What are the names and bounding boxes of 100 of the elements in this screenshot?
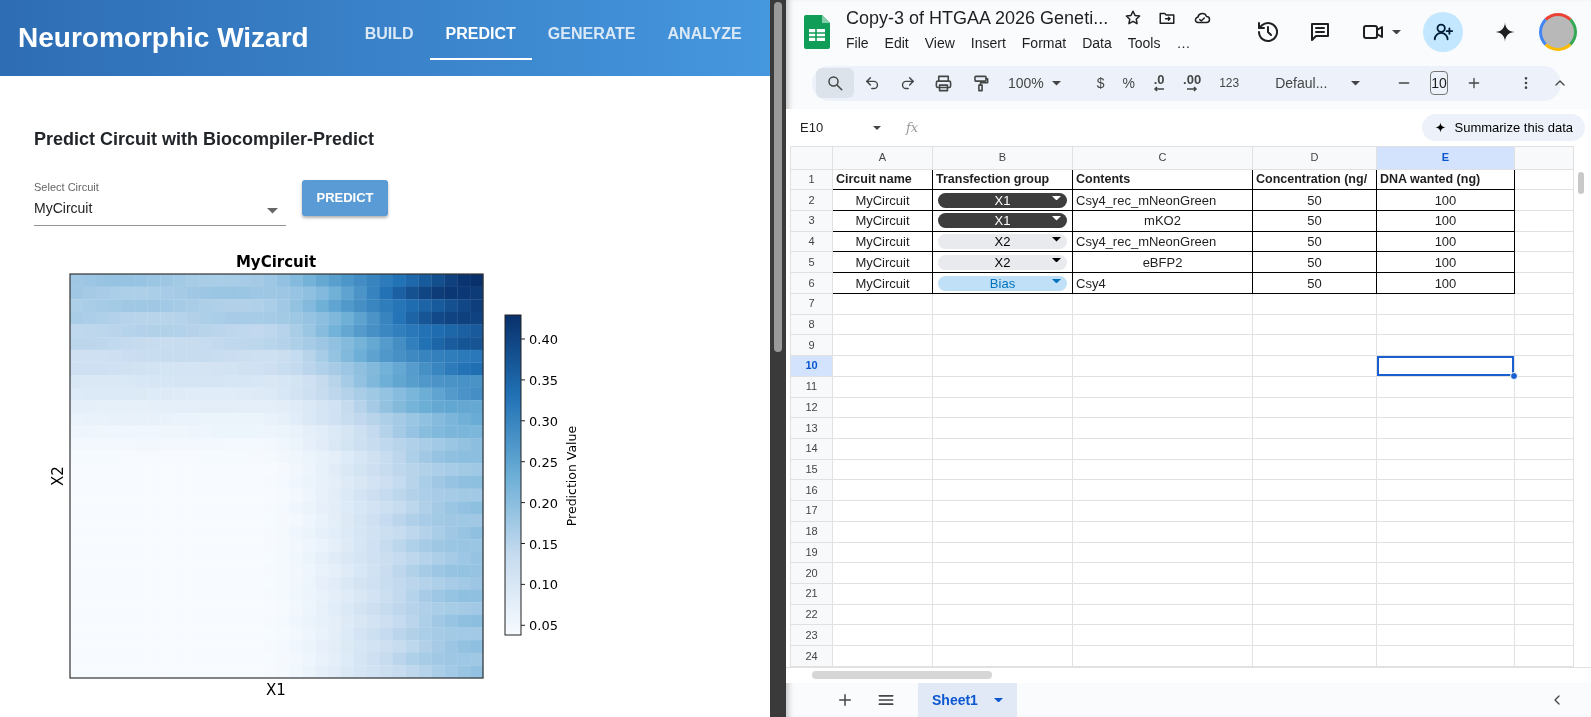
app-title: Neuromorphic Wizard (18, 21, 309, 55)
share-button[interactable] (1423, 11, 1463, 52)
row-header[interactable]: 15 (790, 459, 833, 480)
caret-icon[interactable] (1052, 237, 1061, 242)
nav-tab[interactable]: PREDICT (429, 0, 532, 60)
menu-item[interactable]: Edit (884, 33, 909, 55)
row-header[interactable]: 18 (790, 521, 833, 543)
row-header[interactable]: 9 (790, 334, 833, 356)
scrollbar-thumb[interactable] (774, 2, 782, 352)
table-cell: Contents (1072, 169, 1253, 190)
table-cell: 100 (1376, 210, 1515, 232)
row-header[interactable]: 23 (790, 624, 833, 646)
row-header[interactable]: 13 (790, 417, 833, 439)
decrease-decimal-button[interactable]: .0 (1153, 74, 1166, 93)
arrow-right-icon[interactable] (1186, 86, 1199, 93)
row-header[interactable]: 24 (790, 645, 833, 667)
increase-decimal-button[interactable]: .00 (1183, 74, 1202, 93)
caret-icon[interactable] (1052, 257, 1061, 263)
plus-icon[interactable] (836, 691, 854, 709)
scrollbar-thumb[interactable] (812, 671, 992, 680)
undo-icon[interactable] (864, 74, 881, 92)
row-header[interactable]: 6 (790, 272, 833, 294)
menu-item[interactable]: Format (1021, 33, 1067, 55)
font-select[interactable]: Defaul... (1275, 72, 1361, 94)
selected-cell[interactable] (1376, 355, 1515, 377)
menu-item[interactable]: … (1176, 33, 1191, 55)
chart-title: MyCircuit (235, 253, 317, 271)
spreadsheet-logo[interactable] (804, 14, 830, 49)
row-header[interactable]: 22 (790, 604, 833, 625)
caret-icon[interactable] (1351, 81, 1361, 86)
table-cell: 50 (1252, 252, 1377, 273)
arrow-left-icon[interactable] (1153, 86, 1166, 93)
sheet-tab[interactable]: Sheet1 (918, 683, 1017, 717)
row-header[interactable]: 4 (790, 231, 833, 252)
menu-item[interactable]: Tools (1127, 33, 1161, 55)
tick-label: 0.20 (529, 495, 558, 511)
dropdown-chip[interactable]: Bias (938, 275, 1067, 291)
dropdown-chip[interactable]: X2 (938, 254, 1067, 270)
row-header[interactable]: 19 (790, 542, 833, 563)
caret-icon[interactable] (1052, 195, 1061, 201)
table-cell: 50 (1252, 272, 1377, 294)
dropdown-chip[interactable]: X1 (938, 192, 1067, 208)
row-header[interactable]: 7 (790, 293, 833, 315)
avatar[interactable] (1539, 12, 1577, 51)
column-header[interactable]: D (1252, 146, 1377, 170)
font-size-field[interactable]: 10 (1430, 71, 1448, 96)
row-header[interactable]: 10 (790, 355, 833, 377)
fill-handle[interactable] (1510, 371, 1518, 380)
name-box[interactable]: E10 (800, 117, 892, 138)
menu-item[interactable]: View (924, 33, 955, 55)
scrollbar-thumb[interactable] (1578, 172, 1584, 195)
table-cell: Csy4 (1072, 272, 1253, 294)
caret-icon[interactable] (873, 125, 882, 130)
menu-item[interactable]: Data (1082, 33, 1112, 55)
column-header[interactable]: A (832, 146, 933, 170)
table-cell: MyCircuit (832, 272, 933, 294)
dropdown-chip[interactable]: X1 (938, 213, 1067, 229)
menu-item[interactable]: File (846, 33, 869, 55)
colorbar-label: Prediction Value (564, 425, 579, 527)
currency-format-button[interactable]: $ (1096, 72, 1105, 94)
redo-icon[interactable] (899, 74, 916, 92)
column-header[interactable]: B (932, 146, 1073, 170)
document-title[interactable]: Copy-3 of HTGAA 2026 Geneti... (846, 7, 1109, 30)
dropdown-chip[interactable]: X2 (938, 234, 1067, 250)
summarize-button[interactable]: Summarize this data (1421, 113, 1585, 142)
row-header[interactable]: 21 (790, 583, 833, 605)
caret-icon[interactable] (1392, 29, 1401, 35)
row-header[interactable]: 3 (790, 210, 833, 232)
sparkle-icon[interactable] (1433, 121, 1447, 135)
table-cell: 100 (1376, 231, 1515, 252)
axis-label: X1 (266, 681, 286, 699)
circuit-select[interactable]: Select Circuit MyCircuit (34, 180, 286, 226)
row-header[interactable]: 12 (790, 397, 833, 418)
row-header[interactable]: 2 (790, 189, 833, 211)
row-header[interactable]: 17 (790, 500, 833, 522)
axis-label: X2 (49, 466, 67, 486)
column-header[interactable]: E (1376, 146, 1515, 170)
search-icon[interactable] (826, 74, 844, 93)
number-format-button[interactable]: 123 (1219, 74, 1240, 93)
tick-label: 0.35 (529, 372, 558, 388)
table-cell: MyCircuit (832, 189, 933, 211)
row-header[interactable]: 11 (790, 376, 833, 397)
zoom-select[interactable]: 100% (1008, 72, 1061, 94)
percent-format-button[interactable]: % (1122, 72, 1136, 94)
row-header[interactable]: 20 (790, 562, 833, 584)
paint-roller-icon[interactable] (971, 73, 990, 93)
caret-icon[interactable] (1052, 216, 1061, 221)
menu-item[interactable]: Insert (970, 33, 1006, 55)
row-header[interactable]: 5 (790, 252, 833, 273)
row-header[interactable]: 8 (790, 314, 833, 335)
print-icon[interactable] (934, 73, 953, 93)
table-cell: MyCircuit (832, 252, 933, 273)
history-icon[interactable] (1256, 19, 1280, 44)
caret-icon[interactable] (1051, 81, 1061, 86)
row-header[interactable]: 16 (790, 479, 833, 501)
section-heading: Predict Circuit with Biocompiler-Predict (34, 128, 376, 151)
tick-label: 0.15 (529, 536, 558, 552)
row-header[interactable]: 14 (790, 438, 833, 460)
row-header[interactable]: 1 (790, 169, 833, 190)
column-header[interactable]: C (1072, 146, 1253, 170)
